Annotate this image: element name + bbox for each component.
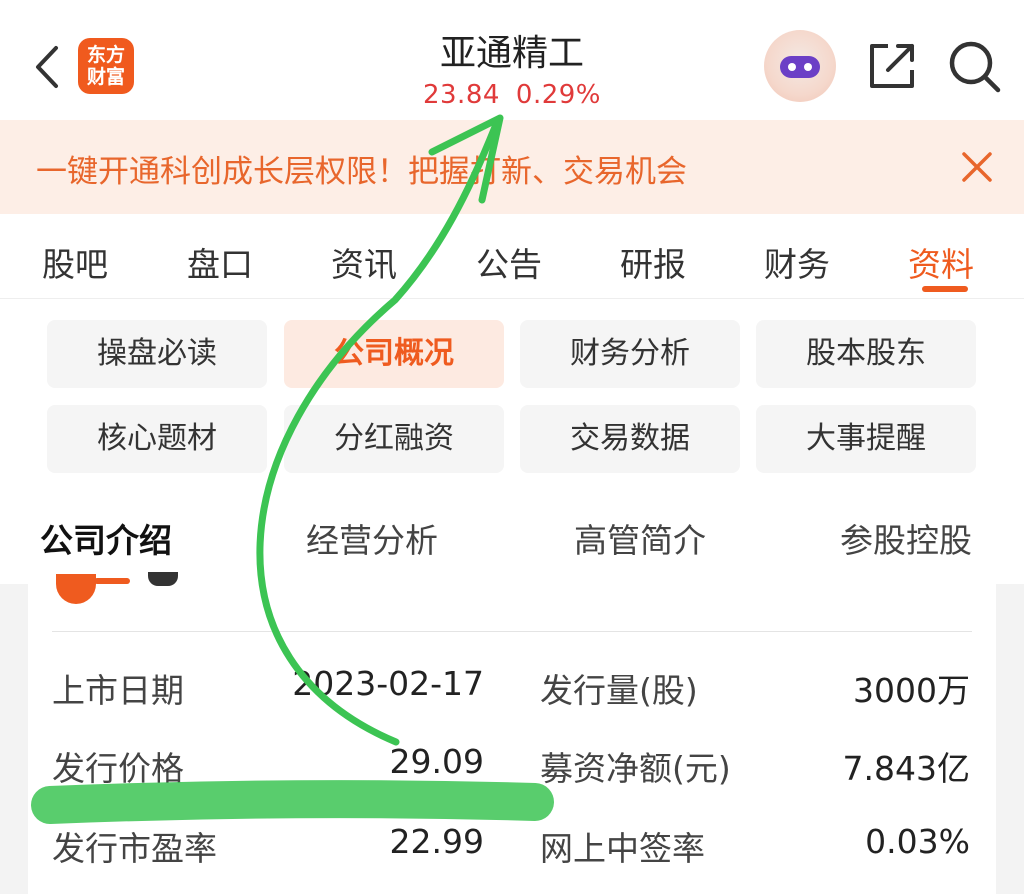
tab-finance[interactable]: 财务	[764, 238, 830, 286]
section-tab-executives[interactable]: 高管简介	[574, 514, 706, 562]
ipo-value: 22.99	[389, 822, 484, 861]
tab-profile[interactable]: 资料	[908, 238, 974, 286]
tab-pankou[interactable]: 盘口	[187, 238, 253, 286]
ipo-value: 7.843亿	[842, 749, 970, 788]
section-underline	[94, 578, 130, 584]
ipo-value: 2023-02-17	[292, 664, 484, 703]
tab-announcements[interactable]: 公告	[476, 238, 542, 286]
stock-change-pct: 0.29%	[515, 80, 602, 110]
ipo-label: 网上中签率	[540, 829, 705, 868]
ipo-value: 0.03%	[865, 822, 970, 861]
tab-research[interactable]: 研报	[620, 238, 686, 286]
subtab-financial-analysis[interactable]: 财务分析	[520, 320, 740, 388]
share-icon[interactable]	[866, 40, 918, 92]
content-area: 上市日期 2023-02-17 发行量(股) 3000万 发行价格 29.09 …	[0, 572, 1024, 894]
ipo-label: 募资净额(元)	[540, 749, 731, 788]
ipo-label: 发行量(股)	[540, 671, 698, 710]
assistant-avatar[interactable]	[764, 30, 836, 102]
promo-banner[interactable]: 一键开通科创成长层权限！把握打新、交易机会	[0, 120, 1024, 214]
tab-guba[interactable]: 股吧	[42, 238, 108, 286]
promo-banner-text: 一键开通科创成长层权限！把握打新、交易机会	[36, 154, 687, 190]
subtab-must-read[interactable]: 操盘必读	[47, 320, 267, 388]
subtab-events[interactable]: 大事提醒	[756, 405, 976, 473]
section-tab-company-intro[interactable]: 公司介绍	[40, 514, 172, 562]
top-header: 东方财富 亚通精工 23.84 0.29%	[0, 0, 1024, 120]
ipo-value: 3000万	[853, 671, 970, 710]
section-marker-icon	[56, 574, 96, 604]
section-tab-operations[interactable]: 经营分析	[306, 514, 438, 562]
ipo-info-card: 上市日期 2023-02-17 发行量(股) 3000万 发行价格 29.09 …	[28, 572, 996, 894]
ipo-label: 发行市盈率	[52, 829, 217, 868]
subtab-dividends[interactable]: 分红融资	[284, 405, 504, 473]
close-icon[interactable]	[960, 150, 994, 184]
ipo-label: 上市日期	[52, 671, 184, 710]
card-divider	[52, 631, 972, 632]
main-tab-bar: 股吧 盘口 资讯 公告 研报 财务 资料	[0, 214, 1024, 299]
section-tab-holdings[interactable]: 参股控股	[840, 514, 972, 562]
ipo-label: 发行价格	[52, 749, 184, 788]
subtab-core-themes[interactable]: 核心题材	[47, 405, 267, 473]
subtab-trading-data[interactable]: 交易数据	[520, 405, 740, 473]
ipo-value: 29.09	[389, 742, 484, 781]
robot-face-icon	[780, 56, 820, 78]
tab-news[interactable]: 资讯	[331, 238, 397, 286]
search-icon[interactable]	[946, 38, 1002, 94]
subtab-shareholders[interactable]: 股本股东	[756, 320, 976, 388]
subtab-company-overview[interactable]: 公司概况	[284, 320, 504, 388]
section-title-fragment	[148, 572, 178, 586]
active-tab-indicator	[922, 286, 968, 292]
stock-price: 23.84	[422, 80, 500, 110]
